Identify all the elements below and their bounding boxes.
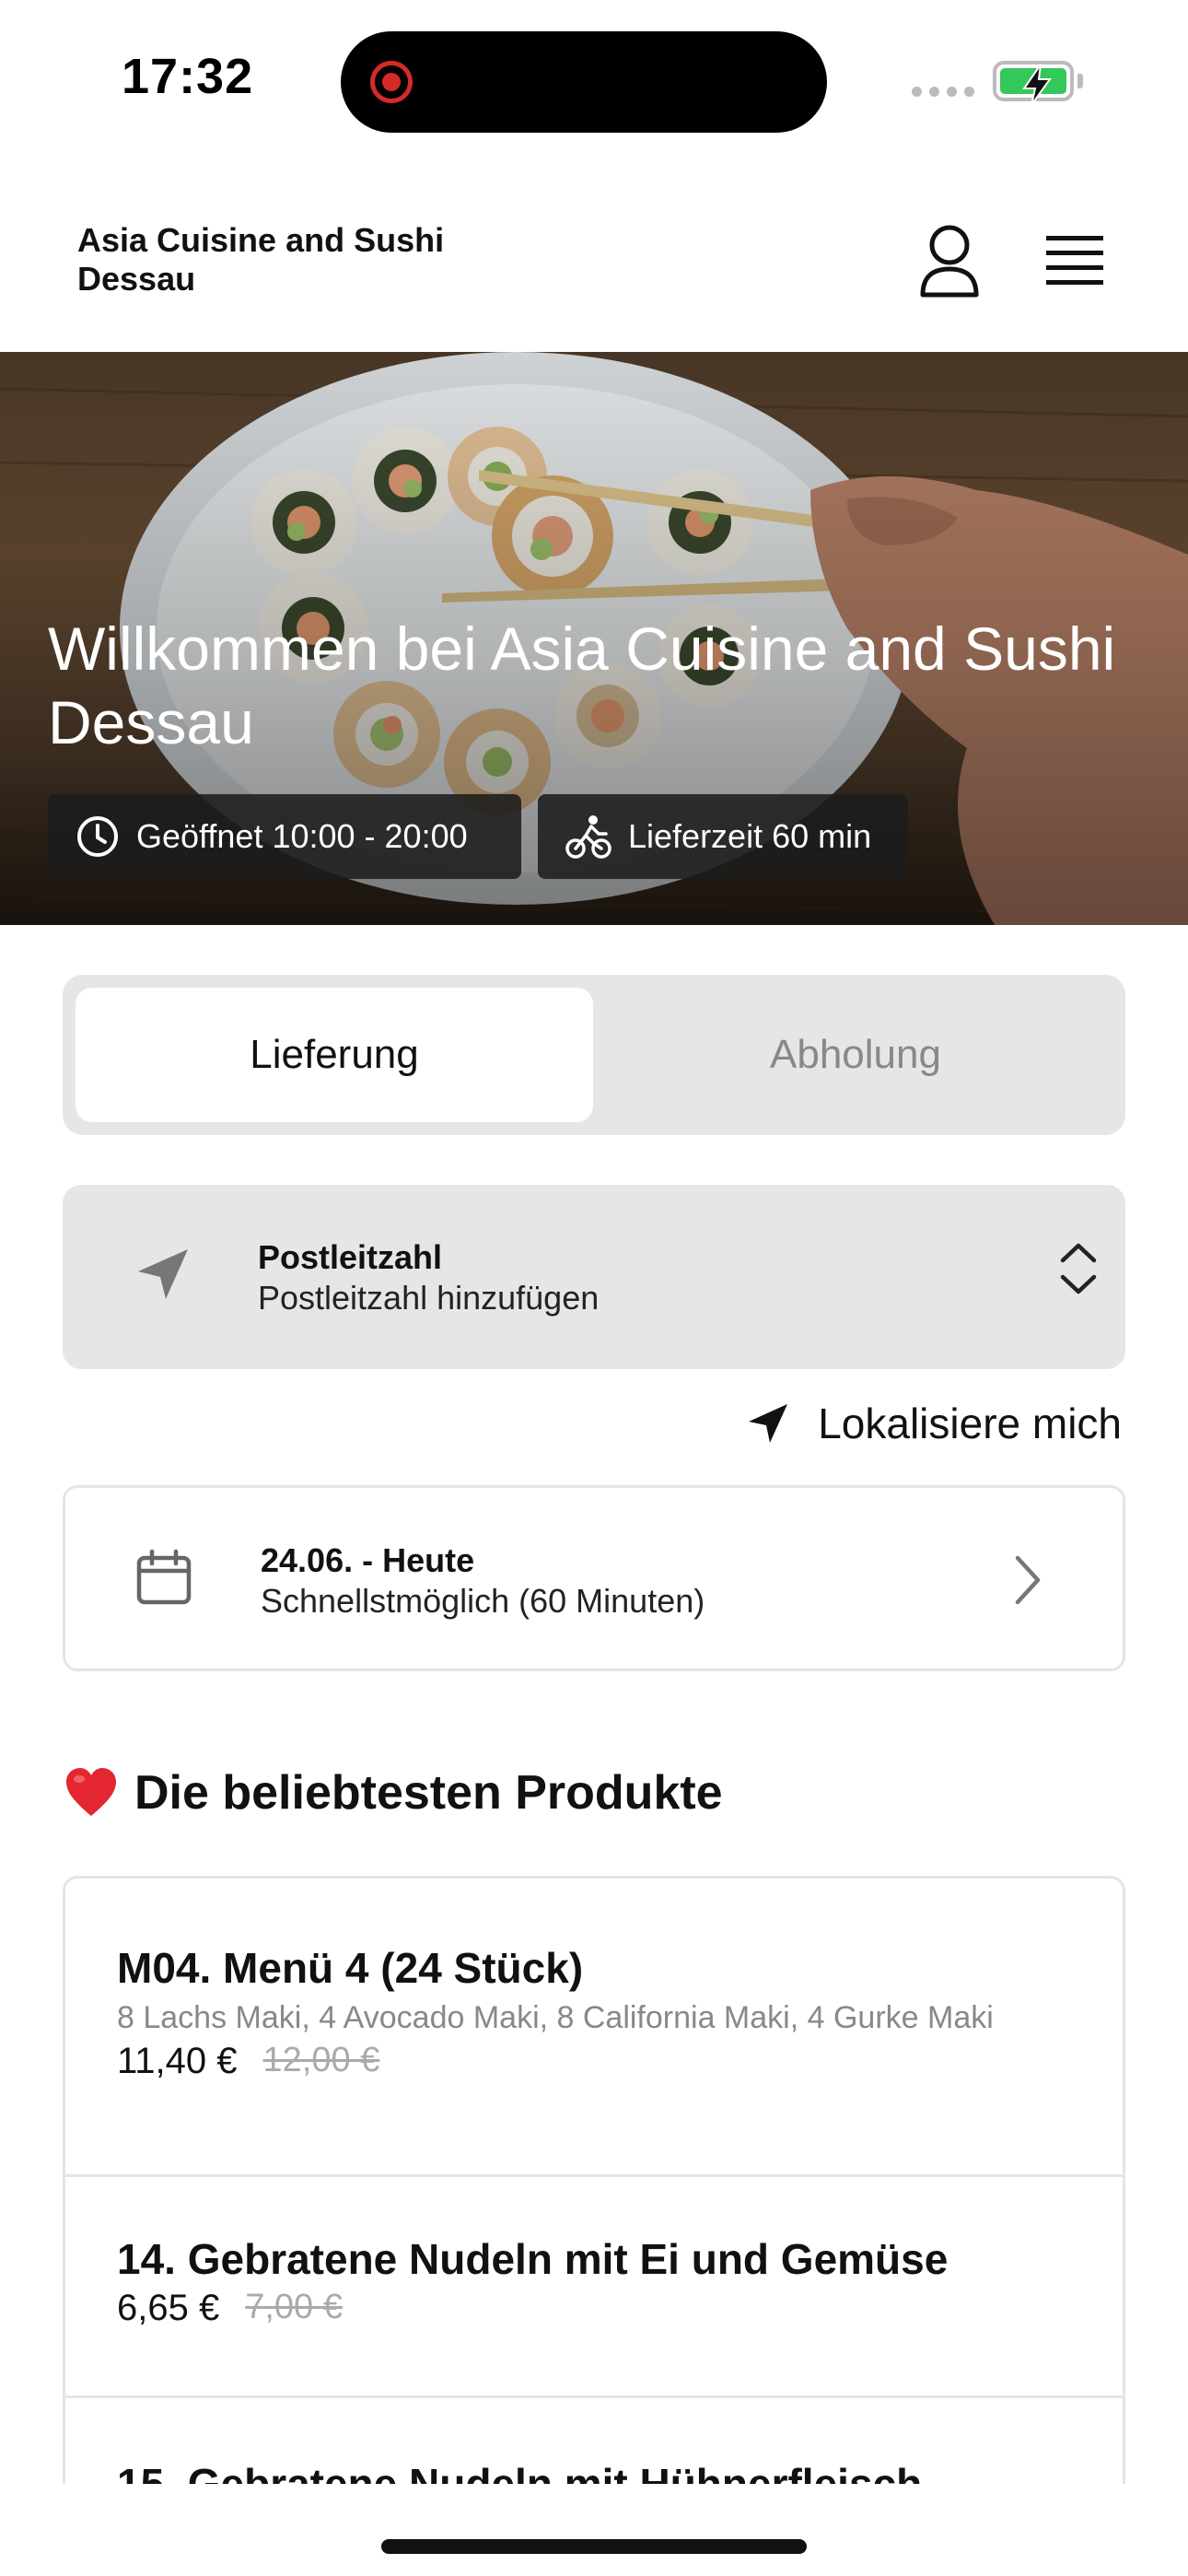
product-name: M04. Menü 4 (24 Stück)	[117, 1944, 584, 1992]
postcode-selector[interactable]: Postleitzahl Postleitzahl hinzufügen	[63, 1185, 1125, 1369]
tab-pickup[interactable]: Abholung	[597, 988, 1114, 1122]
dynamic-island	[341, 31, 827, 133]
status-time: 17:32	[122, 49, 254, 104]
product-description: 8 Lachs Maki, 4 Avocado Maki, 8 Californ…	[117, 2000, 994, 2035]
bicycle-courier-icon	[565, 815, 611, 859]
popular-products-title: Die beliebtesten Produkte	[134, 1766, 723, 1820]
product-list: M04. Menü 4 (24 Stück) 8 Lachs Maki, 4 A…	[63, 1876, 1125, 2484]
product-old-price: 7,00 €	[245, 2288, 343, 2326]
location-arrow-icon	[138, 1249, 188, 1299]
calendar-icon	[136, 1549, 192, 1605]
delivery-date: 24.06. - Heute	[261, 1541, 475, 1579]
price-row: 6,65 € 7,00 €	[117, 2288, 1071, 2329]
product-price: 6,65 €	[117, 2288, 220, 2328]
postcode-placeholder: Postleitzahl hinzufügen	[258, 1279, 600, 1317]
status-bar: 17:32	[0, 0, 1188, 157]
clock-icon	[77, 816, 118, 857]
chevron-up-down-icon	[1060, 1243, 1097, 1294]
list-item[interactable]: M04. Menü 4 (24 Stück) 8 Lachs Maki, 4 A…	[65, 1879, 1123, 2177]
site-header: Asia Cuisine and Sushi Dessau	[0, 193, 1188, 352]
order-mode-toggle: Lieferung Abholung	[63, 975, 1125, 1135]
hero-banner: Willkommen bei Asia Cuisine and Sushi De…	[0, 352, 1188, 925]
delivery-time-selector[interactable]: 24.06. - Heute Schnellstmöglich (60 Minu…	[63, 1485, 1125, 1671]
product-price: 11,40 €	[117, 2041, 238, 2081]
product-name: 14. Gebratene Nudeln mit Ei und Gemüse	[117, 2235, 949, 2283]
recording-icon	[370, 61, 413, 103]
menu-icon[interactable]	[1044, 230, 1105, 291]
list-item[interactable]: 14. Gebratene Nudeln mit Ei und Gemüse 6…	[65, 2177, 1123, 2398]
charging-bolt-icon	[1022, 64, 1052, 106]
product-old-price: 12,00 €	[262, 2041, 380, 2079]
postcode-label: Postleitzahl	[258, 1238, 443, 1276]
locate-me-button[interactable]: Lokalisiere mich	[746, 1399, 1122, 1448]
hero-title: Willkommen bei Asia Cuisine and Sushi De…	[48, 615, 1116, 756]
battery-icon	[993, 61, 1074, 106]
delivery-slot: Schnellstmöglich (60 Minuten)	[261, 1582, 705, 1620]
brand-name[interactable]: Asia Cuisine and Sushi Dessau	[77, 221, 446, 299]
chevron-right-icon	[1015, 1555, 1041, 1605]
list-item[interactable]: 15. Gebratene Nudeln mit Hühnerfleisch	[65, 2398, 1123, 2484]
delivery-time-text: Lieferzeit 60 min	[628, 817, 872, 855]
popular-products-heading: Die beliebtesten Produkte	[64, 1765, 723, 1821]
price-row: 11,40 € 12,00 €	[117, 2041, 1071, 2082]
location-arrow-icon	[749, 1404, 788, 1443]
heart-icon	[66, 1768, 116, 1816]
tab-delivery[interactable]: Lieferung	[76, 988, 593, 1122]
product-name: 15. Gebratene Nudeln mit Hühnerfleisch	[117, 2460, 923, 2484]
user-icon[interactable]	[917, 225, 982, 299]
delivery-time-badge: Lieferzeit 60 min	[538, 794, 908, 879]
cellular-signal-icon	[912, 87, 974, 97]
home-indicator[interactable]	[381, 2539, 807, 2554]
opening-hours-text: Geöffnet 10:00 - 20:00	[136, 817, 468, 855]
opening-hours-badge: Geöffnet 10:00 - 20:00	[48, 794, 521, 879]
locate-me-label: Lokalisiere mich	[818, 1399, 1122, 1447]
